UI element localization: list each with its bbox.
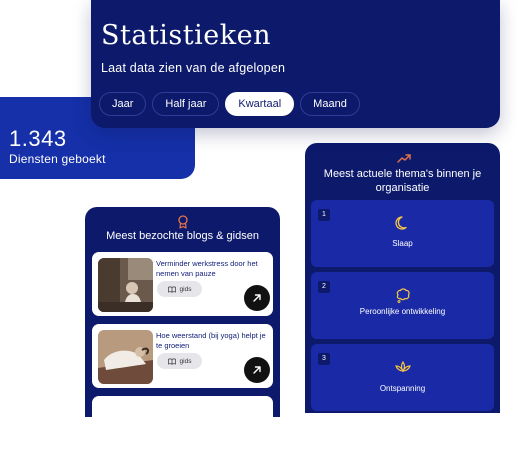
tab-kwartaal[interactable]: Kwartaal (225, 92, 295, 116)
top-blogs-title: Meest bezochte blogs & gidsen (106, 230, 259, 242)
top-themes-card: Meest actuele thema's binnen je organisa… (305, 143, 500, 413)
moon-icon (395, 216, 407, 230)
blog-tag-label: gids (179, 285, 192, 293)
blog-tag: gids (157, 281, 202, 297)
award-ribbon-icon (178, 215, 188, 229)
book-icon (167, 286, 176, 293)
open-blog-button[interactable] (244, 285, 270, 311)
blog-thumbnail (98, 330, 153, 384)
services-booked-count: 1.343 (9, 126, 67, 151)
top-themes-title: Meest actuele thema's binnen je organisa… (323, 168, 482, 194)
tab-maand[interactable]: Maand (300, 92, 360, 116)
theme-label: Slaap (392, 239, 413, 248)
blog-thumbnail (98, 258, 153, 312)
top-blogs-card: Meest bezochte blogs & gidsen Verminder … (85, 207, 280, 460)
blog-list-item-partial[interactable] (92, 396, 273, 460)
blog-list-item[interactable]: Hoe weerstand (bij yoga) helpt je te gro… (92, 324, 273, 388)
lotus-icon (395, 360, 411, 373)
blog-title: Hoe weerstand (bij yoga) helpt je te gro… (156, 331, 266, 350)
book-icon (167, 358, 176, 365)
arrow-up-right-icon (253, 366, 261, 374)
open-blog-button[interactable] (244, 357, 270, 383)
page-title: Statistieken (101, 20, 271, 51)
theme-label: Ontspanning (379, 384, 426, 393)
period-tabs: Jaar Half jaar Kwartaal Maand (99, 92, 360, 116)
tab-jaar[interactable]: Jaar (99, 92, 147, 116)
theme-tile-slaap[interactable]: 1 Slaap (311, 200, 494, 267)
thought-bubble-icon (396, 288, 410, 303)
blog-tag-label: gids (179, 357, 192, 365)
tab-half-jaar[interactable]: Half jaar (152, 92, 220, 116)
theme-rank: 3 (318, 353, 330, 365)
theme-tile-ontspanning[interactable]: 3 Ontspanning (311, 344, 494, 411)
trending-up-icon (397, 154, 411, 163)
blog-list-item[interactable]: Verminder werkstress door het nemen van … (92, 252, 273, 316)
arrow-up-right-icon (253, 294, 261, 302)
services-booked-label: Diensten geboekt (9, 152, 106, 166)
statistics-header-card: Statistieken Laat data zien van de afgel… (91, 0, 500, 128)
theme-tile-persoonlijke-ontwikkeling[interactable]: 2 Peroonlijke ontwikkeling (311, 272, 494, 339)
theme-rank: 2 (318, 281, 330, 293)
blog-tag: gids (157, 353, 202, 369)
theme-rank: 1 (318, 209, 330, 221)
theme-label: Peroonlijke ontwikkeling (359, 307, 446, 316)
blog-title: Verminder werkstress door het nemen van … (156, 259, 258, 278)
page-subtitle: Laat data zien van de afgelopen (101, 61, 286, 75)
